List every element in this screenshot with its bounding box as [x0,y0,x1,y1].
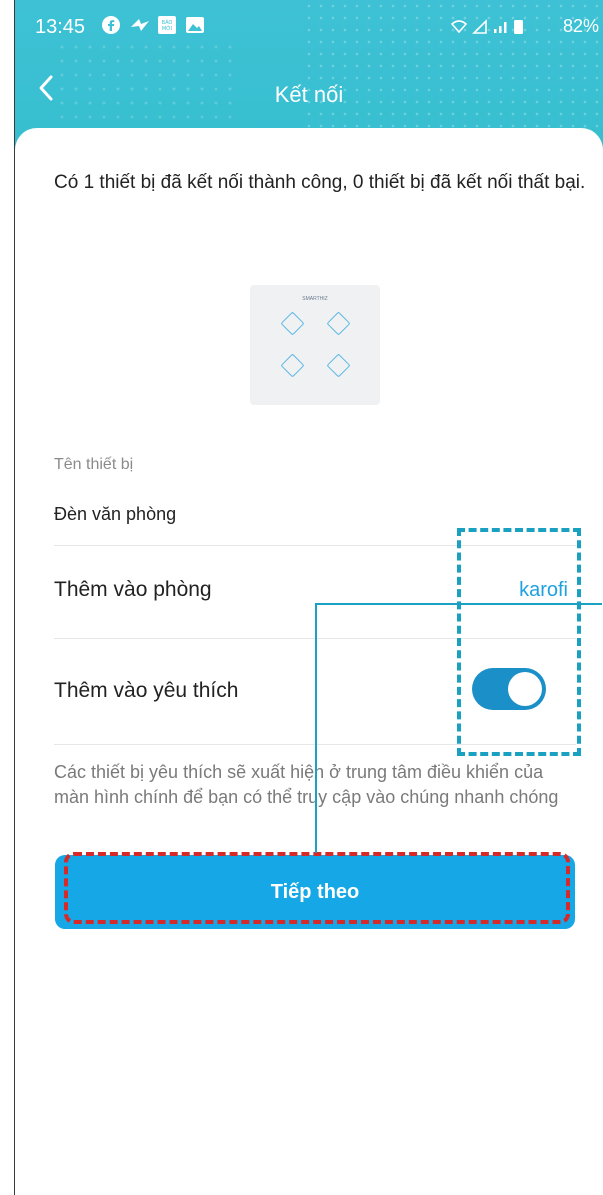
add-to-favorite-label: Thêm vào yêu thích [54,679,239,702]
annotation-box-blue [457,528,581,756]
device-brand: SMARTHIZ [302,296,328,302]
status-time: 13:45 [35,16,86,38]
baomoi-icon: BÁO MỚI [157,15,177,40]
facebook-icon [101,15,121,40]
switch-button-icon [280,353,305,378]
messenger-icon [129,15,151,40]
switch-button-icon [326,311,351,336]
svg-text:BÁO: BÁO [162,19,173,26]
switch-button-icon [280,311,305,336]
annotation-box-red [64,852,570,924]
device-name-field[interactable]: Đèn văn phòng [54,504,176,525]
device-name-label: Tên thiết bị [54,456,134,473]
status-bar: 13:45 BÁO MỚI 82% [15,0,603,56]
annotation-connector [315,603,317,853]
switch-button-icon [326,353,351,378]
connection-summary: Có 1 thiết bị đã kết nối thành công, 0 t… [54,172,586,193]
battery-level: 82% [562,16,599,36]
status-right: 82% [448,16,599,38]
screen: 13:45 BÁO MỚI 82% Kết nối Có 1 thiết bị … [0,0,603,1195]
device-image: SMARTHIZ [250,285,380,405]
add-to-room-label: Thêm vào phòng [54,578,212,601]
favorite-note: Các thiết bị yêu thích sẽ xuất hiện ở tr… [54,762,559,807]
annotation-connector [315,603,602,605]
gallery-icon [185,15,205,40]
svg-text:MỚI: MỚI [162,25,172,32]
page-title: Kết nối [274,82,344,107]
